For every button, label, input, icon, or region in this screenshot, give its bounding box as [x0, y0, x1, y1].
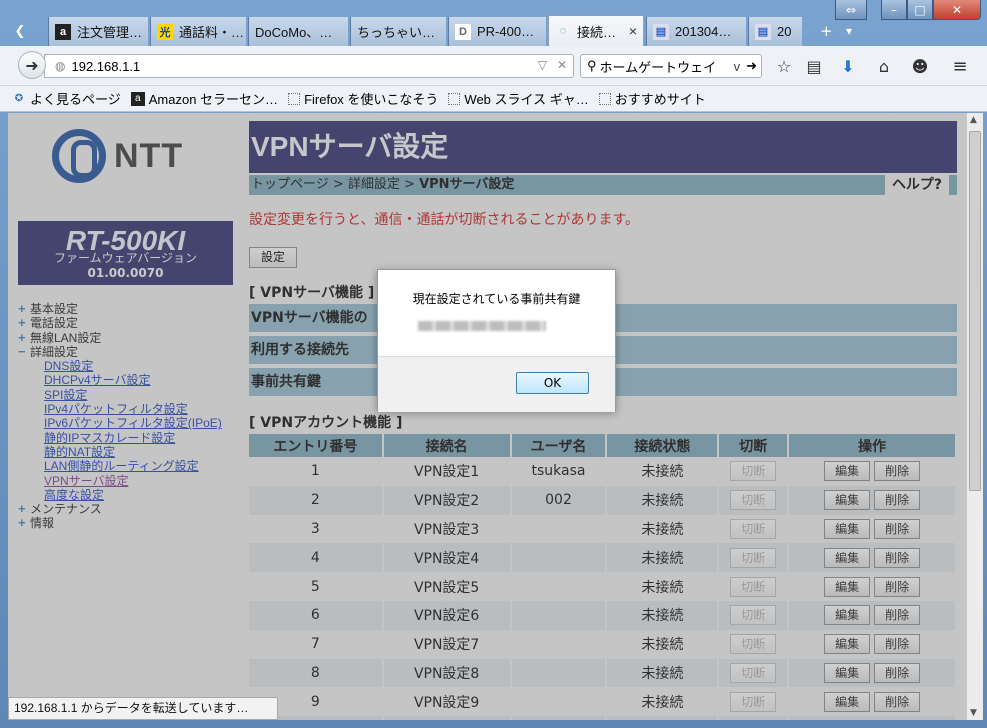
tab-label: DoCoMo、…: [255, 25, 333, 40]
preshared-key-dialog: 現在設定されている事前共有鍵 OK: [377, 269, 616, 412]
amazon-icon: a: [55, 23, 71, 40]
tab-label: 20: [777, 24, 792, 39]
tab-1[interactable]: a 注文管理…: [48, 17, 148, 46]
document-icon: D: [455, 23, 471, 40]
tab-label: 注文管理…: [77, 25, 143, 40]
page-icon: ▤: [653, 23, 669, 40]
smiley-icon[interactable]: ☻: [910, 56, 930, 76]
bookmark-label: よく見るページ: [30, 92, 121, 107]
bookmarks-list-icon[interactable]: ▤: [804, 56, 824, 76]
loading-icon: ◌: [559, 25, 567, 37]
ok-button[interactable]: OK: [516, 372, 589, 394]
search-go-icon[interactable]: ➜: [746, 58, 757, 74]
tab-5[interactable]: D PR-400…: [448, 17, 546, 46]
tab-label: 201304…: [675, 24, 732, 39]
dotted-box-icon: [448, 92, 461, 105]
new-tab-button[interactable]: +: [820, 22, 833, 40]
bookmark-item[interactable]: Web スライス ギャ…: [448, 89, 589, 108]
bookmarks-toolbar: ✪ よく見るページ a Amazon セラーセン… Firefox を使いこなそう Web…: [0, 86, 987, 112]
scroll-down-icon[interactable]: ▼: [970, 708, 977, 718]
search-icon: ⚲: [587, 58, 597, 73]
tab-label: 接続…: [577, 24, 617, 40]
bookmark-item[interactable]: Firefox を使いこなそう: [288, 89, 438, 108]
globe-icon: ◍: [55, 59, 66, 73]
url-text[interactable]: 192.168.1.1: [71, 59, 140, 74]
tab-label: ちっちゃい…: [357, 25, 436, 40]
search-engine-label: ホームゲートウェイ: [599, 59, 717, 75]
page-icon: ▤: [755, 23, 771, 40]
modal-overlay: [8, 113, 966, 720]
tab-4[interactable]: ちっちゃい…: [350, 17, 446, 46]
search-box[interactable]: ⚲ ホームゲートウェイ v ➜: [580, 54, 762, 78]
hikari-icon: 光: [157, 23, 173, 40]
dotted-box-icon: [598, 92, 611, 105]
blurred-key-value: [418, 321, 546, 331]
browser-window: ❮ a 注文管理… 光通話料・… DoCoMo、… ちっちゃい… D PR-400… ◌ 接続……: [0, 0, 987, 728]
tab-list-icon[interactable]: ▾: [846, 24, 852, 38]
vertical-scrollbar[interactable]: ▲ ▼: [966, 113, 983, 720]
scrollbar-thumb[interactable]: [969, 131, 981, 491]
address-bar[interactable]: ◍ 192.168.1.1 ▽ ✕: [44, 54, 574, 78]
tab-8[interactable]: ▤ 20: [748, 17, 802, 46]
tab-7[interactable]: ▤ 201304…: [646, 17, 746, 46]
bookmark-star-icon[interactable]: ☆: [774, 56, 794, 76]
dialog-footer: OK: [378, 356, 615, 412]
amazon-icon: a: [130, 91, 145, 106]
bookmark-label: Firefox を使いこなそう: [304, 92, 439, 107]
tab-scroll-left-icon[interactable]: ❮: [10, 24, 30, 40]
close-tab-icon[interactable]: ×: [621, 23, 637, 39]
bookmark-label: おすすめサイト: [614, 92, 706, 107]
stop-icon[interactable]: ✕: [557, 58, 567, 72]
dotted-box-icon: [288, 92, 301, 105]
navigation-toolbar: ◍ 192.168.1.1 ▽ ✕ ➜ ⚲ ホームゲートウェイ v ➜ ☆ ▤ ⬇…: [0, 46, 987, 86]
tab-3[interactable]: DoCoMo、…: [248, 17, 348, 46]
bookmark-item[interactable]: ✪ よく見るページ: [12, 89, 121, 108]
search-input[interactable]: v: [734, 59, 741, 74]
scroll-up-icon[interactable]: ▲: [970, 115, 977, 125]
bookmark-label: Amazon セラーセン…: [148, 92, 279, 107]
menu-icon[interactable]: ≡: [950, 56, 970, 77]
status-bar: 192.168.1.1 からデータを転送しています…: [8, 697, 278, 720]
restore-icon[interactable]: ⇔: [835, 0, 867, 20]
dialog-message: 現在設定されている事前共有鍵: [412, 292, 581, 306]
tab-2[interactable]: 光通話料・…: [150, 17, 246, 46]
tab-label: PR-400…: [477, 24, 535, 39]
dropdown-icon[interactable]: ▽: [538, 58, 547, 72]
bookmark-star-icon: ✪: [14, 93, 24, 104]
minimize-button[interactable]: –: [881, 0, 907, 20]
close-window-button[interactable]: ✕: [933, 0, 981, 20]
tab-6[interactable]: ◌ 接続… ×: [548, 15, 644, 46]
bookmark-label: Web スライス ギャ…: [464, 92, 589, 107]
maximize-button[interactable]: □: [907, 0, 933, 20]
download-icon[interactable]: ⬇: [838, 56, 858, 76]
tab-label: 通話料・…: [179, 25, 245, 40]
bookmark-item[interactable]: a Amazon セラーセン…: [130, 89, 279, 108]
home-icon[interactable]: ⌂: [874, 56, 894, 76]
back-button[interactable]: ➜: [18, 51, 46, 79]
bookmark-item[interactable]: おすすめサイト: [598, 89, 706, 108]
